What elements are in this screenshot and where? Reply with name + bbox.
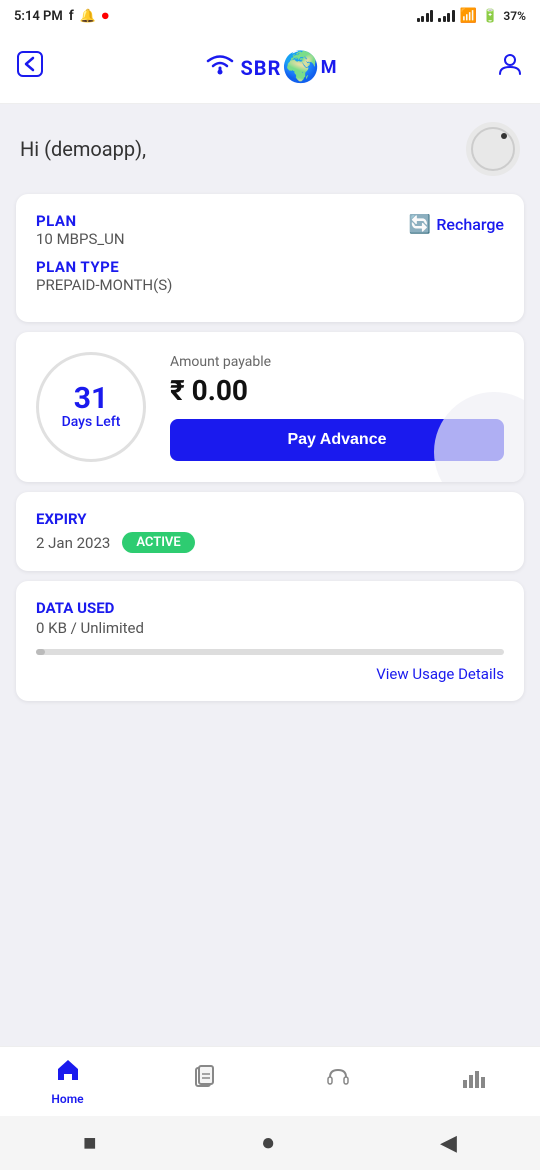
logo-sbr-text: SBR	[240, 56, 281, 80]
back-button[interactable]	[16, 50, 44, 85]
data-used-value: 0 KB / Unlimited	[36, 619, 504, 637]
days-payment-card: 31 Days Left Amount payable ₹ 0.00 Pay A…	[16, 332, 524, 482]
nav-item-documents[interactable]	[135, 1064, 270, 1099]
logo-telecom-text: M	[321, 57, 338, 78]
home-nav-label: Home	[51, 1092, 83, 1106]
recharge-icon: 🔄	[409, 214, 431, 235]
recharge-button[interactable]: 🔄 Recharge	[409, 214, 504, 235]
days-label: Days Left	[62, 414, 121, 430]
expiry-label: EXPIRY	[36, 510, 504, 528]
nav-item-stats[interactable]	[405, 1064, 540, 1099]
expiry-date: 2 Jan 2023	[36, 534, 110, 552]
documents-icon	[190, 1064, 216, 1097]
plan-type-value: PREPAID-MONTH(S)	[36, 276, 172, 294]
android-back-button[interactable]: ◀	[440, 1131, 457, 1156]
plan-label: PLAN	[36, 212, 172, 230]
android-home-button[interactable]: ⏺	[263, 1131, 274, 1156]
nav-item-support[interactable]	[270, 1064, 405, 1099]
user-profile-icon[interactable]	[496, 50, 524, 85]
signal-icon	[417, 10, 434, 22]
header: SBR 🌍 M	[0, 32, 540, 104]
days-number: 31	[74, 384, 108, 414]
status-bar: 5:14 PM f 🔔 ⏺ 📶 🔋 37%	[0, 0, 540, 32]
headset-icon	[325, 1064, 351, 1097]
data-progress-bar-bg	[36, 649, 504, 655]
active-status-badge: ACTIVE	[122, 532, 194, 553]
signal-icon-2	[438, 10, 455, 22]
battery-percent: 37%	[503, 9, 526, 23]
plan-type-label: PLAN TYPE	[36, 258, 172, 276]
wifi-icon: 📶	[460, 8, 477, 24]
screen-record-icon: ⏺	[102, 9, 109, 24]
android-navigation-bar: ■ ⏺ ◀	[0, 1116, 540, 1170]
expiry-card: EXPIRY 2 Jan 2023 ACTIVE	[16, 492, 524, 571]
amount-value: ₹ 0.00	[170, 374, 504, 407]
android-stop-button[interactable]: ■	[83, 1130, 96, 1156]
data-used-label: DATA USED	[36, 599, 504, 617]
nav-item-home[interactable]: Home	[0, 1057, 135, 1106]
plan-card: PLAN 10 MBPS_UN PLAN TYPE PREPAID-MONTH(…	[16, 194, 524, 322]
greeting-section: Hi (demoapp),	[0, 104, 540, 184]
days-circle: 31 Days Left	[36, 352, 146, 462]
bottom-navigation: Home	[0, 1046, 540, 1116]
greeting-text: Hi (demoapp),	[20, 137, 146, 161]
expiry-row: 2 Jan 2023 ACTIVE	[36, 532, 504, 553]
avatar	[466, 122, 520, 176]
recharge-label: Recharge	[436, 215, 504, 234]
logo-wifi-icon	[202, 50, 238, 85]
data-used-card: DATA USED 0 KB / Unlimited View Usage De…	[16, 581, 524, 701]
notification-icon: 🔔	[80, 9, 96, 24]
view-usage-details-button[interactable]: View Usage Details	[36, 665, 504, 683]
app-logo: SBR 🌍 M	[44, 50, 496, 85]
avatar-ring	[471, 127, 515, 171]
home-icon	[55, 1057, 81, 1090]
avatar-dot	[501, 133, 507, 139]
amount-payable-label: Amount payable	[170, 354, 504, 370]
status-time: 5:14 PM	[14, 9, 63, 24]
stats-icon	[460, 1064, 486, 1097]
logo-globe-icon: 🌍	[282, 50, 319, 85]
plan-value: 10 MBPS_UN	[36, 230, 172, 248]
data-progress-bar-fill	[36, 649, 45, 655]
facebook-icon: f	[69, 8, 74, 24]
battery-icon: 🔋	[482, 9, 498, 24]
